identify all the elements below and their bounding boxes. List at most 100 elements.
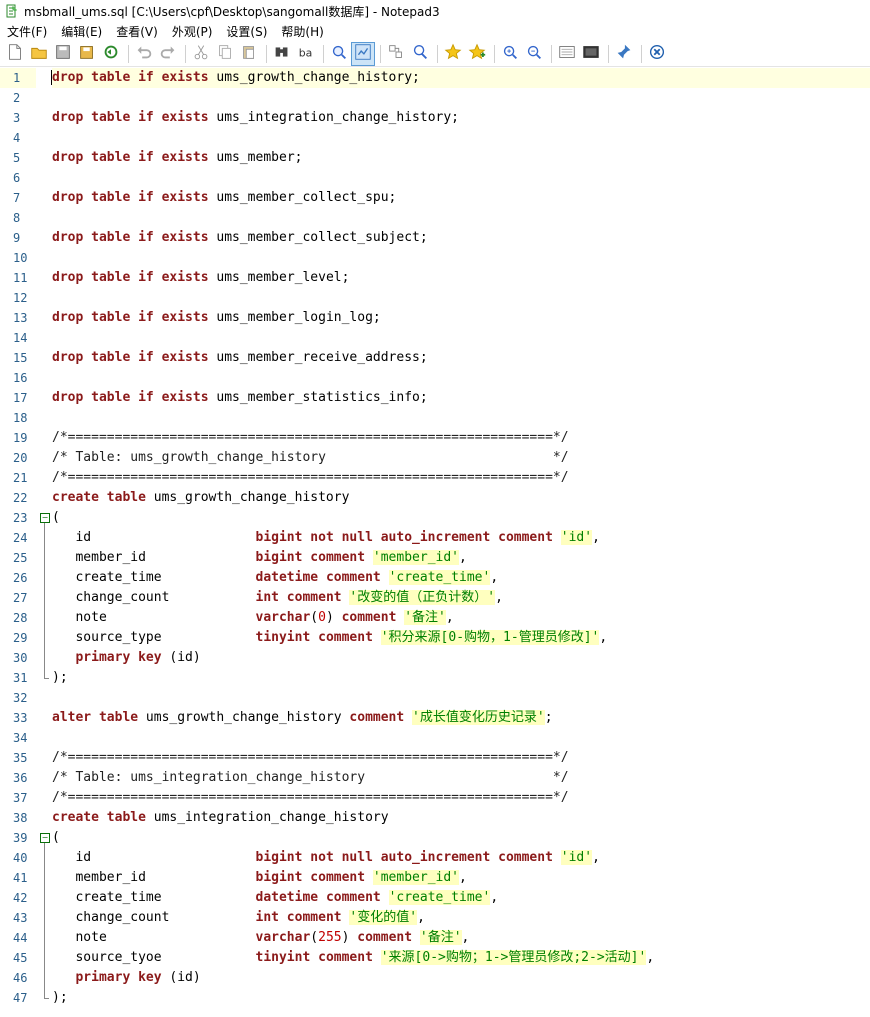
zoom-out-button[interactable]: [523, 43, 545, 65]
line-number: 36: [13, 771, 28, 785]
code-line: member_id bigint comment 'member_id',: [52, 548, 870, 568]
code-text: ums_member_collect_spu;: [208, 190, 397, 205]
comment-text: /*======================================…: [52, 790, 569, 805]
line-number: 24: [13, 531, 28, 545]
toolbar-separator: [608, 45, 609, 63]
sql-keyword: comment: [349, 710, 405, 725]
zoom-in-icon: [500, 42, 520, 66]
zoom-in-button[interactable]: [499, 43, 521, 65]
close-button[interactable]: [646, 43, 668, 65]
revert-button[interactable]: [100, 43, 122, 65]
menu-item-1[interactable]: 编辑(E): [54, 22, 109, 42]
code-text: ,: [490, 890, 499, 905]
code-text: ums_member_collect_subject;: [208, 230, 428, 245]
code-line: drop table if exists ums_member_receive_…: [52, 348, 870, 368]
code-line: /*======================================…: [52, 468, 870, 488]
code-line: source_tyoe tinyint comment '来源[0->购物；1-…: [52, 948, 870, 968]
sql-keyword: primary key: [75, 970, 162, 985]
sql-keyword: drop table if exists: [52, 150, 209, 165]
code-line: drop table if exists ums_member;: [52, 148, 870, 168]
line-number: 19: [13, 431, 28, 445]
new-file-button[interactable]: [4, 43, 26, 65]
cut-button[interactable]: [190, 43, 212, 65]
goto-button[interactable]: [385, 43, 407, 65]
zoom-find-button[interactable]: [328, 43, 350, 65]
code-text: );: [52, 670, 68, 685]
line-number: 37: [13, 791, 28, 805]
code-text: ,: [445, 610, 454, 625]
sql-keyword: comment: [357, 930, 413, 945]
code-text: member_id: [52, 870, 256, 885]
line-number: 42: [13, 891, 28, 905]
line-number: 11: [13, 271, 28, 285]
favorite-button[interactable]: [442, 43, 464, 65]
code-text: create_time: [52, 890, 256, 905]
fold-toggle-icon[interactable]: −: [40, 833, 50, 843]
replace-button[interactable]: ba: [295, 43, 317, 65]
menu-bar: 文件(F) 编辑(E) 查看(V) 外观(P) 设置(S) 帮助(H): [0, 22, 870, 42]
code-line: create table ums_integration_change_hist…: [52, 808, 870, 828]
code-area[interactable]: drop table if exists ums_growth_change_h…: [51, 68, 870, 1008]
undo-button[interactable]: [133, 43, 155, 65]
save-as-button[interactable]: [76, 43, 98, 65]
pin-button[interactable]: [613, 43, 635, 65]
scheme-button[interactable]: [556, 43, 578, 65]
line-number: 3: [13, 111, 21, 125]
fold-end-marker: [44, 998, 49, 999]
redo-button[interactable]: [157, 43, 179, 65]
line-number: 39: [13, 831, 28, 845]
menu-item-3[interactable]: 外观(P): [165, 22, 220, 42]
code-line: id bigint not null auto_increment commen…: [52, 528, 870, 548]
code-line: drop table if exists ums_integration_cha…: [52, 108, 870, 128]
copy-button[interactable]: [214, 43, 236, 65]
menu-item-4[interactable]: 设置(S): [219, 22, 274, 42]
sql-keyword: create table: [52, 490, 146, 505]
open-folder-button[interactable]: [28, 43, 50, 65]
code-text: ums_growth_change_history: [145, 490, 350, 505]
replace-icon: ba: [296, 42, 316, 66]
sql-keyword: tinyint comment: [255, 630, 373, 645]
word-wrap-button[interactable]: [351, 42, 375, 66]
code-text: note: [52, 930, 256, 945]
add-favorite-button[interactable]: [466, 43, 488, 65]
add-favorite-icon: [467, 42, 487, 66]
line-number: 43: [13, 911, 28, 925]
sql-keyword: drop table if exists: [52, 110, 209, 125]
toolbar-separator: [437, 45, 438, 63]
string-literal: 'create_time': [388, 890, 491, 905]
code-text: (: [310, 930, 319, 945]
code-text: ,: [461, 930, 470, 945]
fold-toggle-icon[interactable]: −: [40, 513, 50, 523]
number-literal: 0: [318, 610, 326, 625]
find-next-icon: [410, 42, 430, 66]
menu-item-0[interactable]: 文件(F): [0, 22, 54, 42]
sql-keyword: varchar: [255, 930, 311, 945]
line-number: 15: [13, 351, 28, 365]
code-line: /*======================================…: [52, 428, 870, 448]
find-button[interactable]: [271, 43, 293, 65]
save-button[interactable]: [52, 43, 74, 65]
line-number: 23: [13, 511, 28, 525]
code-editor[interactable]: 1 2 3 4 5 6 7 8 9 10 11 12 13 14 15 16 17 18 19 20 21 22 23 24 2…: [0, 68, 870, 1017]
sql-keyword: varchar: [255, 610, 311, 625]
find-next-button[interactable]: [409, 43, 431, 65]
code-line: note varchar(0) comment '备注',: [52, 608, 870, 628]
code-text: ,: [459, 550, 467, 565]
code-text: ): [325, 610, 342, 625]
comment-text: /* Table: ums_integration_change_history…: [52, 770, 569, 785]
string-literal: '备注': [419, 930, 462, 945]
menu-item-2[interactable]: 查看(V): [109, 22, 165, 42]
customize-icon: [581, 42, 601, 66]
fold-margin: − −: [36, 68, 50, 1017]
paste-button[interactable]: [238, 43, 260, 65]
code-text: change_count: [52, 590, 256, 605]
customize-button[interactable]: [580, 43, 602, 65]
menu-item-5[interactable]: 帮助(H): [274, 22, 330, 42]
